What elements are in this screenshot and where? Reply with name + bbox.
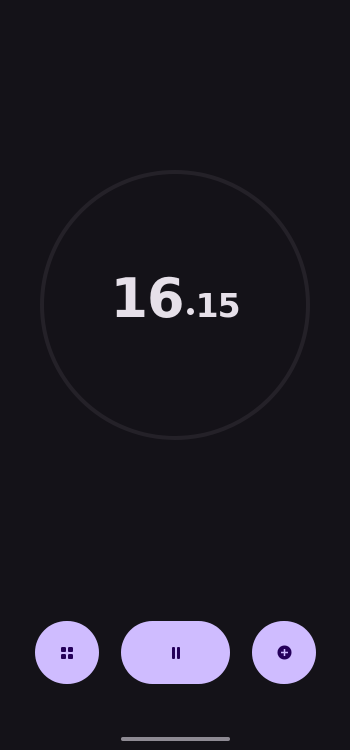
elapsed-hundredths: 15: [195, 286, 241, 325]
pause-button[interactable]: [121, 621, 230, 684]
laps-button[interactable]: [35, 621, 99, 684]
pause-icon: [170, 646, 182, 660]
elapsed-time-display: 16 15: [0, 272, 350, 326]
grid-icon: [60, 646, 74, 660]
elapsed-seconds: 16: [110, 267, 184, 330]
gesture-navigation-bar[interactable]: [121, 737, 230, 741]
add-lap-button[interactable]: [252, 621, 316, 684]
decimal-dot: [186, 308, 194, 315]
stopwatch-screen: 16 15: [0, 0, 350, 750]
add-circle-icon: [277, 645, 292, 660]
